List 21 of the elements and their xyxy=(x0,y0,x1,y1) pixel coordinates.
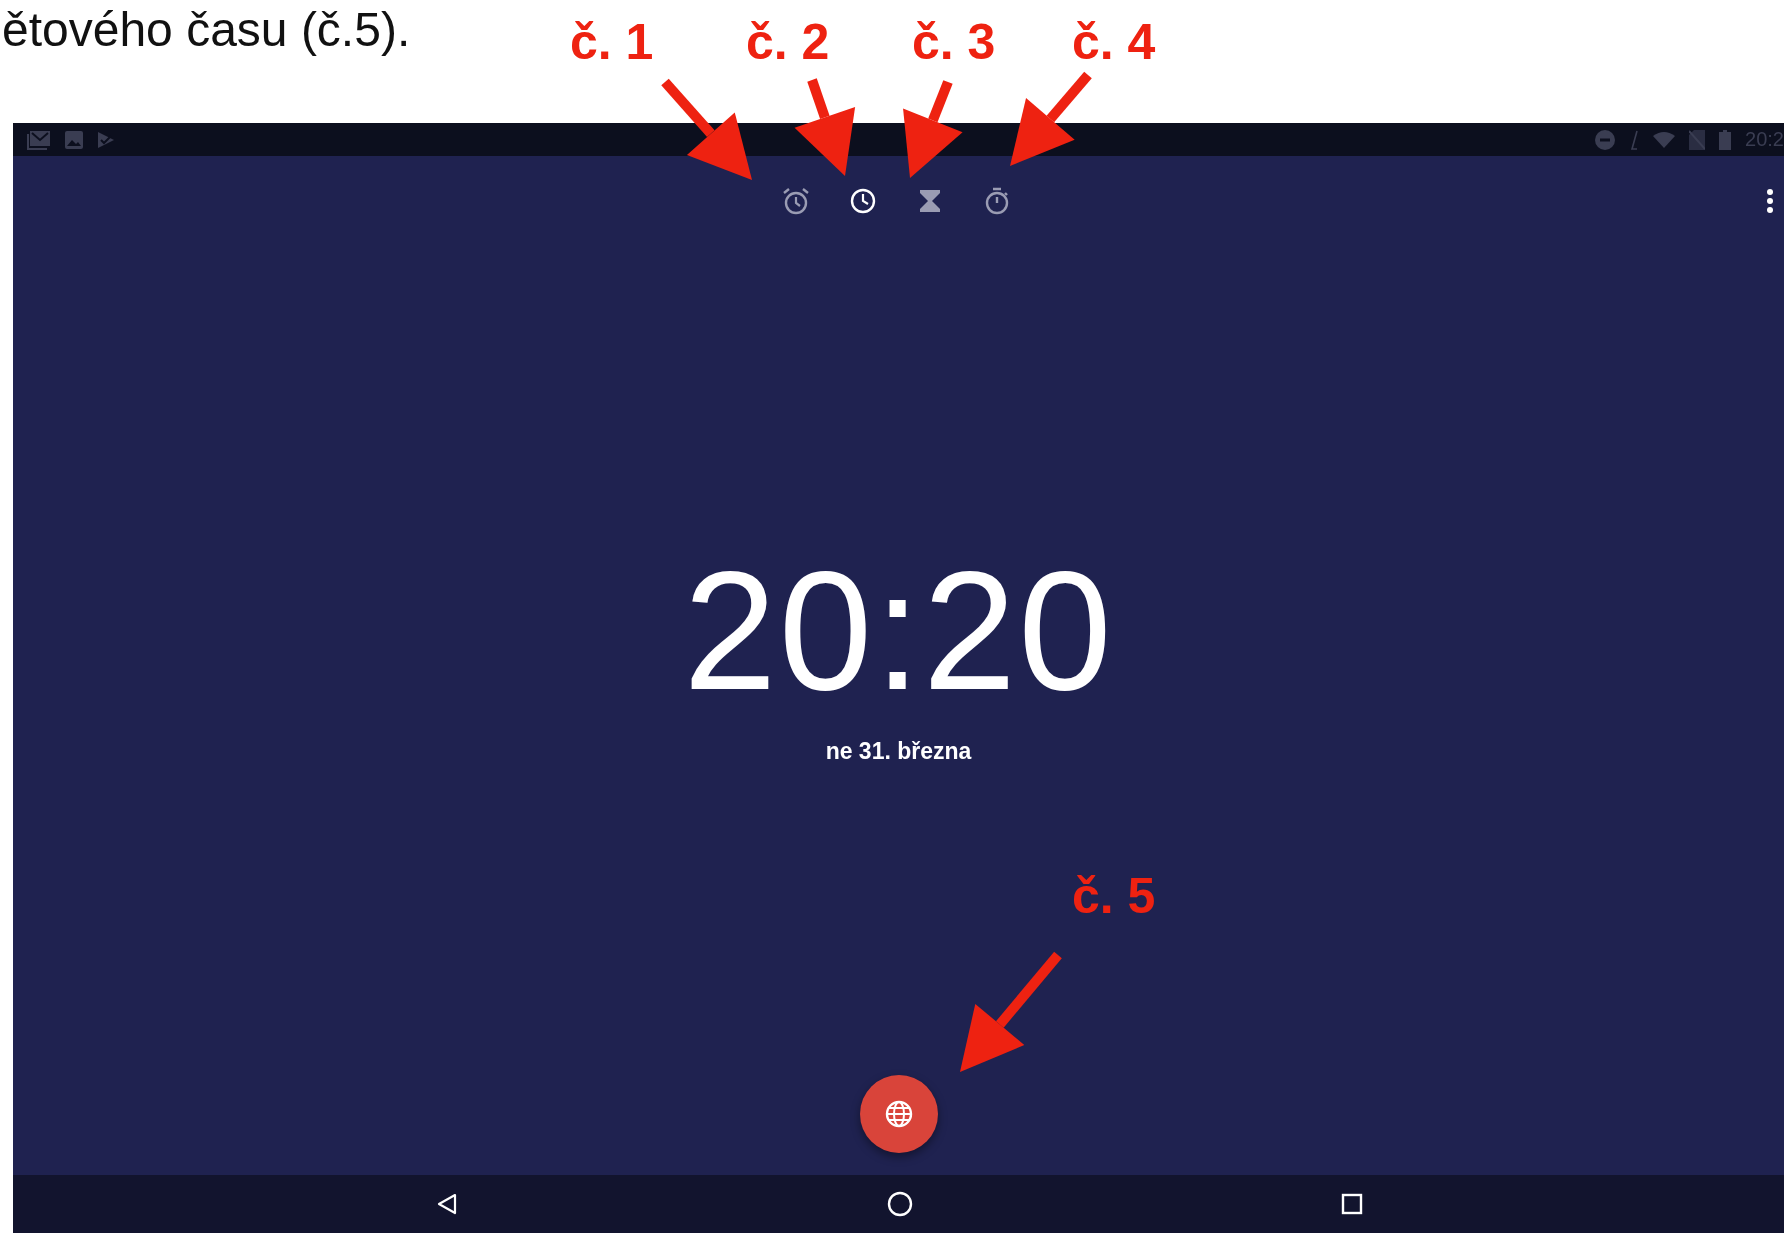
annotation-label: č. 4 xyxy=(1072,14,1156,70)
annotation-label: č. 2 xyxy=(746,14,830,70)
mail-icon xyxy=(27,129,51,150)
clock-icon xyxy=(848,186,878,216)
globe-icon xyxy=(883,1099,914,1129)
caption-text: ětového času (č.5). xyxy=(2,2,411,58)
annotation-label: č. 5 xyxy=(1072,868,1156,924)
do-not-disturb-icon xyxy=(1595,129,1616,150)
clock-time: 20:20 xyxy=(683,546,1114,716)
wifi-icon xyxy=(1653,131,1676,148)
slash-icon xyxy=(1629,129,1640,150)
annotation-label: č. 1 xyxy=(570,14,654,70)
menu-icon[interactable] xyxy=(1764,186,1776,216)
annotation-label: č. 3 xyxy=(912,14,996,70)
alarm-clock-icon xyxy=(781,186,811,216)
no-sim-icon xyxy=(1689,129,1706,150)
world-clock-button[interactable] xyxy=(859,1075,938,1153)
battery-icon xyxy=(1719,129,1732,150)
clock-date: ne 31. března xyxy=(825,738,972,765)
checkmark-icon xyxy=(97,130,115,149)
image-icon xyxy=(65,130,83,149)
